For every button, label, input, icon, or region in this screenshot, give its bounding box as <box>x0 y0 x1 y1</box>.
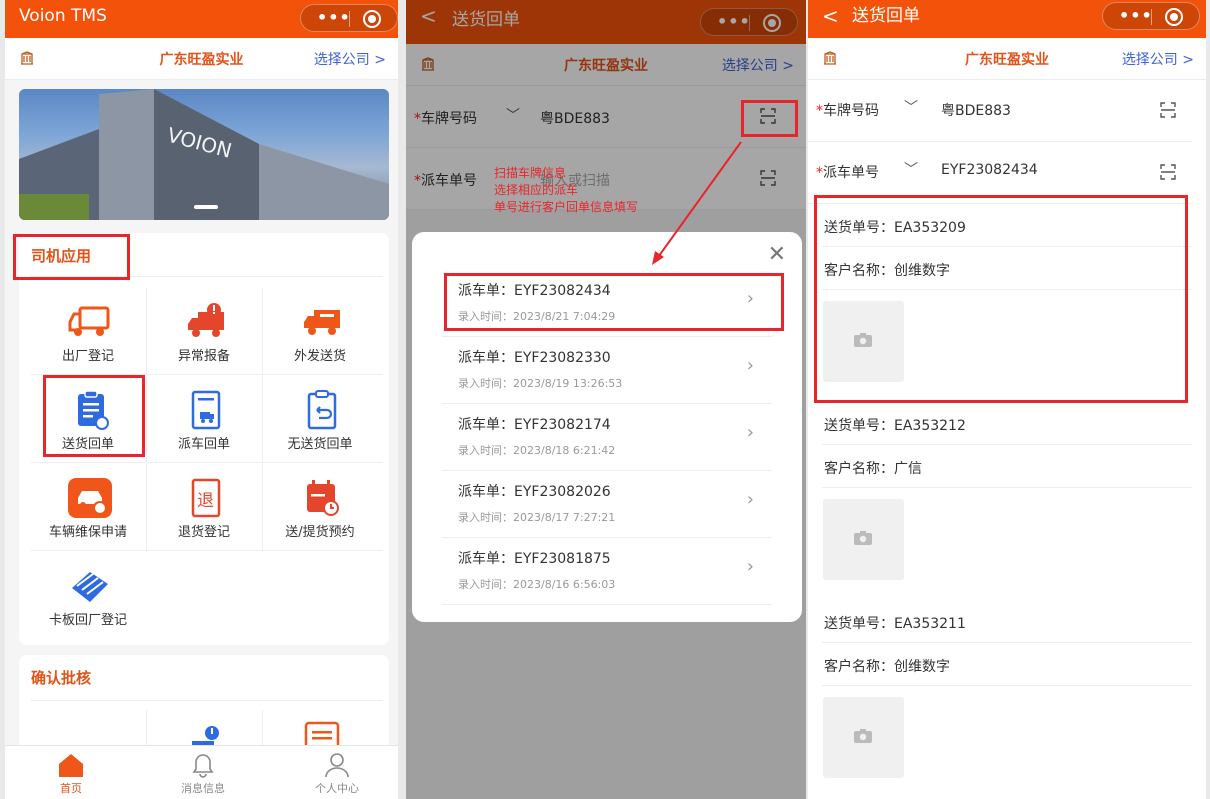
app-出厂登记[interactable]: 出厂登记 <box>30 288 146 376</box>
top-bar: < 送货回单 ••• <box>808 0 1206 38</box>
tab-messages[interactable]: 消息信息 <box>153 750 253 796</box>
tab-home[interactable]: 首页 <box>21 750 121 796</box>
delivery-receipt-detail-screen: < 送货回单 ••• 广东旺盈实业 选择公司 > *车牌号码 ﹀ 粤BDE883… <box>808 0 1206 799</box>
back-arrow-icon[interactable]: < <box>822 5 839 27</box>
list-item[interactable]: 派车单：EYF23082330 录入时间：2023/8/19 13:26:53 … <box>442 337 772 404</box>
truck-alert-icon <box>188 303 224 337</box>
annotation-arrow <box>652 141 742 265</box>
app-退货登记[interactable]: 退 退货登记 <box>146 464 262 552</box>
chevron-right-icon: › <box>746 422 754 443</box>
app-无送货回单[interactable]: 无送货回单 <box>262 376 378 464</box>
photo-upload[interactable] <box>823 499 904 580</box>
select-company-link[interactable]: 选择公司 > <box>1122 49 1194 69</box>
company-bar: 广东旺盈实业 选择公司 > <box>5 38 398 80</box>
chevron-right-icon: › <box>746 355 754 376</box>
mini-program-capsule[interactable]: ••• <box>1102 2 1200 30</box>
banner-image: VOION <box>19 89 389 220</box>
tab-profile[interactable]: 个人中心 <box>287 750 387 796</box>
list-item[interactable]: 派车单：EYF23081875 录入时间：2023/8/16 6:56:03 › <box>442 538 772 605</box>
select-company-link[interactable]: 选择公司 > <box>314 49 386 69</box>
scan-icon[interactable] <box>1160 102 1176 118</box>
chevron-right-icon: › <box>746 489 754 510</box>
mini-program-capsule[interactable]: ••• <box>300 4 398 32</box>
truck-icon <box>68 306 110 336</box>
plate-label: 车牌号码 <box>823 103 879 119</box>
home-icon <box>59 754 83 777</box>
close-icon[interactable]: ✕ <box>768 242 786 267</box>
close-mini-program-icon[interactable] <box>1165 8 1183 26</box>
highlight-delivery-receipt-app <box>43 375 145 457</box>
highlight-first-dispatch <box>444 273 784 331</box>
app-title: Voion TMS <box>19 6 107 26</box>
camera-icon <box>854 729 872 743</box>
customer-row: 客户名称：广信 <box>822 445 1192 488</box>
delivery-order-row: 送货单号：EA353212 <box>822 402 1192 445</box>
app-送提货预约[interactable]: 送/提货预约 <box>262 464 378 552</box>
calendar-icon <box>307 480 339 516</box>
customer-row: 客户名称：创维数字 <box>822 643 1192 686</box>
highlight-scan-button <box>741 100 798 137</box>
highlight-first-delivery <box>814 195 1188 403</box>
svg-text:退: 退 <box>197 491 214 511</box>
more-icon[interactable]: ••• <box>1119 6 1153 25</box>
more-icon[interactable]: ••• <box>317 8 351 27</box>
photo-upload[interactable] <box>823 697 904 778</box>
return-doc-icon <box>307 390 337 430</box>
camera-icon <box>854 531 872 545</box>
dispatch-value[interactable]: EYF23082434 <box>941 162 1038 178</box>
list-item[interactable]: 派车单：EYF23082174 录入时间：2023/8/18 6:21:42 › <box>442 404 772 471</box>
list-item[interactable]: 派车单：EYF23082026 录入时间：2023/8/17 7:27:21 › <box>442 471 772 538</box>
return-goods-icon: 退 <box>191 478 221 518</box>
chevron-right-icon: › <box>746 556 754 577</box>
highlight-driver-section <box>13 234 130 280</box>
delivery-truck-icon <box>304 310 340 335</box>
user-icon <box>325 753 349 778</box>
top-bar: Voion TMS ••• <box>5 0 398 38</box>
app-外发送货[interactable]: 外发送货 <box>262 288 378 376</box>
bottom-tab-bar: 首页 消息信息 个人中心 <box>5 745 398 799</box>
delivery-receipt-select-screen: < 送货回单 ••• 广东旺盈实业 选择公司 > *车牌号码 ﹀ 粤BDE883… <box>406 0 806 799</box>
scan-icon[interactable] <box>1160 164 1176 180</box>
close-mini-program-icon[interactable] <box>363 10 381 28</box>
chevron-down-icon[interactable]: ﹀ <box>904 97 918 117</box>
chevron-down-icon[interactable]: ﹀ <box>904 159 918 179</box>
dispatch-label: 派车单号 <box>823 165 879 181</box>
plate-number-row: *车牌号码 ﹀ 粤BDE883 <box>808 80 1192 142</box>
page-title: 送货回单 <box>852 6 920 26</box>
app-派车回单[interactable]: 派车回单 <box>146 376 262 464</box>
app-卡板回厂登记[interactable]: 卡板回厂登记 <box>30 552 146 640</box>
app-车辆维保申请[interactable]: 车辆维保申请 <box>30 464 146 552</box>
app-异常报备[interactable]: 异常报备 <box>146 288 262 376</box>
home-screen: Voion TMS ••• 广东旺盈实业 选择公司 > VOION 司机应用 出… <box>5 0 398 799</box>
bell-icon <box>192 754 214 778</box>
company-bar: 广东旺盈实业 选择公司 > <box>808 38 1206 80</box>
delivery-order-row: 送货单号：EA353211 <box>822 600 1192 643</box>
pallet-icon <box>72 572 108 602</box>
car-repair-icon <box>68 478 112 518</box>
plate-value[interactable]: 粤BDE883 <box>941 100 1011 120</box>
annotation-text: 扫描车牌信息 选择相应的派车 单号进行客户回单信息填写 <box>494 166 639 214</box>
approve-section-title: 确认批核 <box>31 669 92 687</box>
dispatch-doc-icon <box>191 390 221 430</box>
